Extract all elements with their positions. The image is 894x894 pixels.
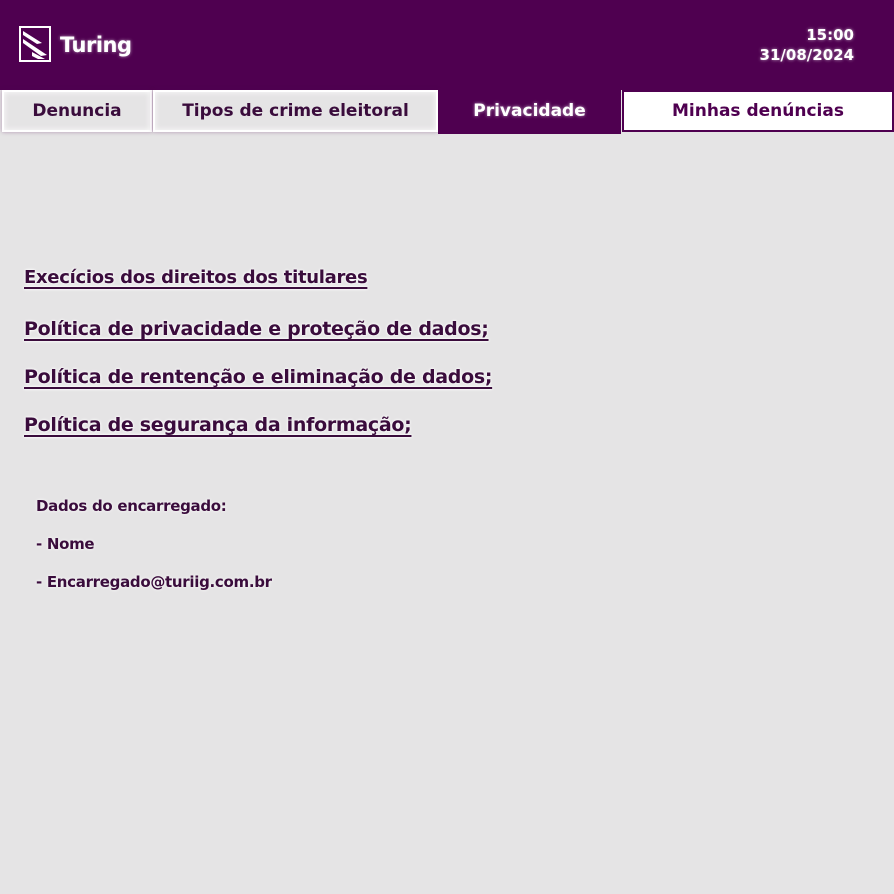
contact-heading: Dados do encarregado:: [36, 497, 227, 515]
link-politica-privacidade[interactable]: Política de privacidade e proteção de da…: [24, 318, 489, 340]
app-title: Turing: [60, 33, 132, 57]
contact-name: - Nome: [36, 535, 95, 553]
app-header: Turing 15:00 31/08/2024: [0, 0, 894, 90]
link-politica-retencao[interactable]: Política de rentenção e eliminação de da…: [24, 366, 492, 388]
contact-email: - Encarregado@turiig.com.br: [36, 573, 272, 591]
link-politica-seguranca[interactable]: Política de segurança da informação;: [24, 414, 412, 436]
clock: 15:00 31/08/2024: [760, 25, 854, 65]
clock-date: 31/08/2024: [759, 46, 854, 64]
tab-tipos-de-crime-eleitoral[interactable]: Tipos de crime eleitoral: [153, 90, 438, 132]
tab-privacidade[interactable]: Privacidade: [438, 88, 621, 134]
tab-denuncia[interactable]: Denuncia: [2, 90, 152, 132]
clock-time: 15:00: [806, 26, 854, 44]
tab-bar: Denuncia Tipos de crime eleitoral Privac…: [0, 88, 894, 136]
tab-minhas-denuncias[interactable]: Minhas denúncias: [622, 90, 894, 132]
link-exercicio-direitos-titulares[interactable]: Execícios dos direitos dos titulares: [24, 267, 368, 288]
turing-logo-icon: [19, 26, 51, 62]
